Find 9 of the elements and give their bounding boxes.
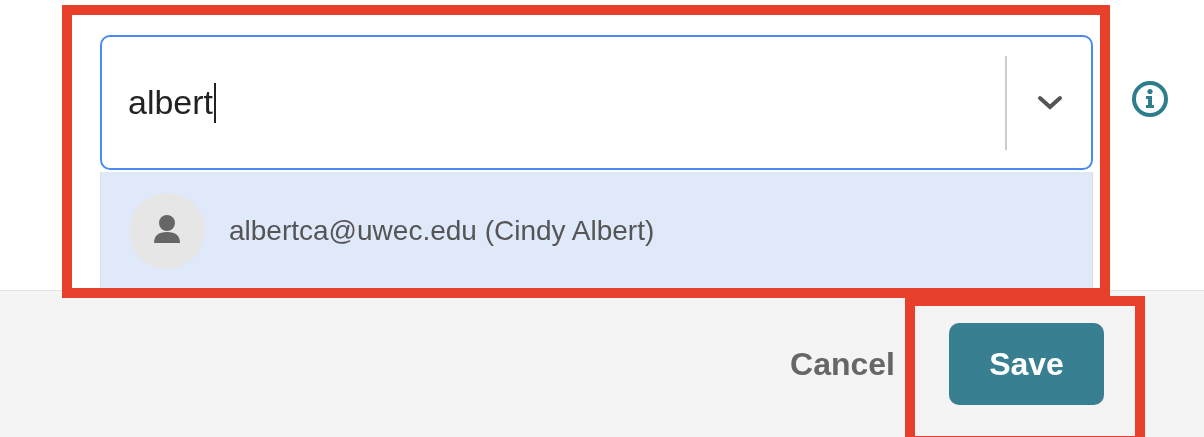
user-select-field[interactable]: albert [100, 35, 1093, 170]
option-label: albertca@uwec.edu (Cindy Albert) [229, 215, 655, 247]
field-value: albert [128, 83, 214, 122]
user-option[interactable]: albertca@uwec.edu (Cindy Albert) [101, 172, 1092, 290]
chevron-down-icon[interactable] [1037, 94, 1063, 111]
save-button[interactable]: Save [949, 323, 1104, 405]
user-avatar-icon [129, 193, 205, 269]
cancel-button[interactable]: Cancel [790, 345, 895, 383]
info-icon[interactable] [1131, 80, 1169, 118]
